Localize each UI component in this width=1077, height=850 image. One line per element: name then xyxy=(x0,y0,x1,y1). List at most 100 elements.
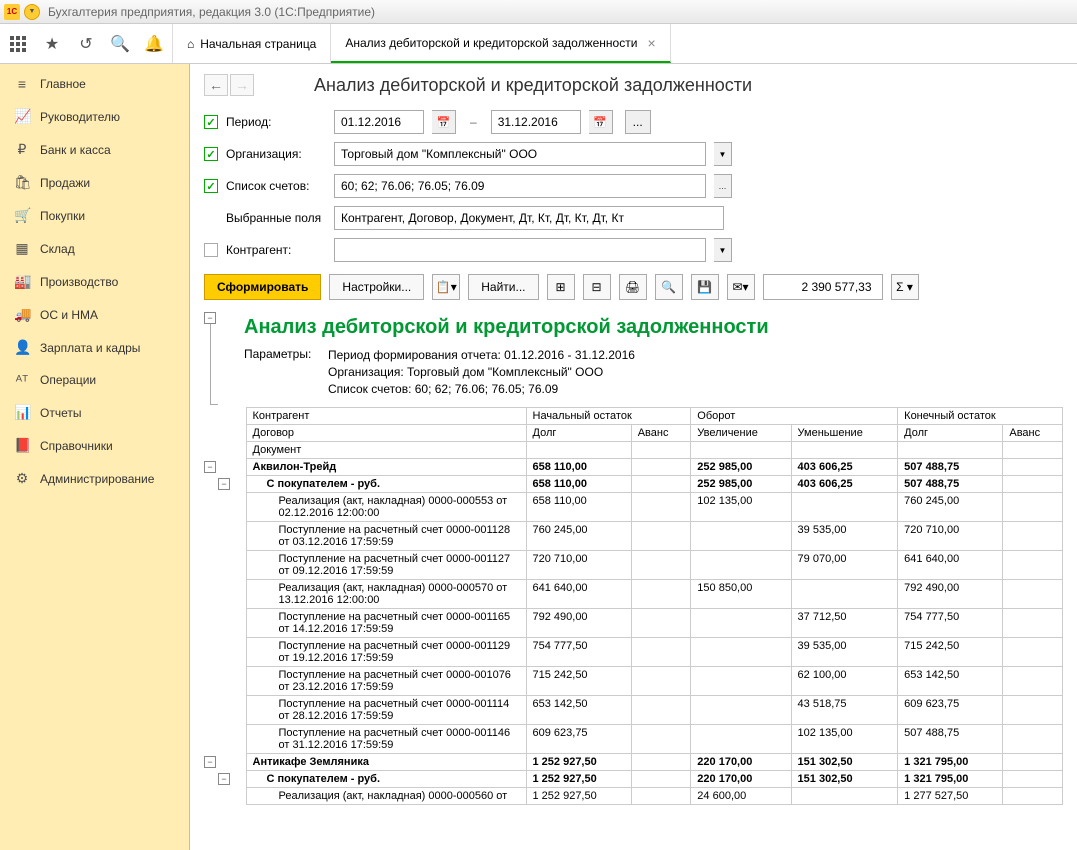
params-text: Период формирования отчета: 01.12.2016 -… xyxy=(328,347,635,397)
period-select-button[interactable]: ... xyxy=(625,110,651,134)
nav-icon: 📊 xyxy=(14,404,30,421)
nav-label: Операции xyxy=(40,373,96,387)
nav-icon: ᴬᵀ xyxy=(14,372,30,388)
settings-button[interactable]: Настройки... xyxy=(329,274,424,300)
table-row[interactable]: Реализация (акт, накладная) 0000-000553 … xyxy=(204,493,1063,522)
bell-icon[interactable]: 🔔 xyxy=(144,34,164,54)
forward-button[interactable]: → xyxy=(230,74,254,96)
table-row[interactable]: Реализация (акт, накладная) 0000-000560 … xyxy=(204,788,1063,805)
search-icon[interactable]: 🔍 xyxy=(110,34,130,54)
period-checkbox[interactable]: ✓ xyxy=(204,115,218,129)
find-button[interactable]: Найти... xyxy=(468,274,538,300)
collapse-toggle[interactable]: − xyxy=(218,478,230,490)
nav-label: Покупки xyxy=(40,209,85,223)
back-button[interactable]: ← xyxy=(204,74,228,96)
table-row[interactable]: Поступление на расчетный счет 0000-00116… xyxy=(204,609,1063,638)
top-toolbar: ★ ↺ 🔍 🔔 ⌂ Начальная страница Анализ деби… xyxy=(0,24,1077,64)
nav-label: ОС и НМА xyxy=(40,308,98,322)
table-row[interactable]: −Антикафе Земляника1 252 927,50220 170,0… xyxy=(204,754,1063,771)
sidebar-item[interactable]: ▦ Склад xyxy=(0,232,189,265)
sidebar-item[interactable]: 👤Зарплата и кадры xyxy=(0,331,189,364)
accounts-input[interactable] xyxy=(334,174,706,198)
accounts-select-button[interactable]: … xyxy=(714,174,732,198)
sigma-button[interactable]: Σ ▾ xyxy=(891,274,919,300)
col-group-end: Конечный остаток xyxy=(898,408,1063,425)
nav-icon: ₽ xyxy=(14,141,30,158)
close-icon[interactable]: × xyxy=(647,35,655,51)
org-input[interactable] xyxy=(334,142,706,166)
dropdown-icon[interactable]: ▼ xyxy=(714,142,732,166)
sidebar-item[interactable]: ≡Главное xyxy=(0,68,189,100)
history-icon[interactable]: ↺ xyxy=(76,34,96,54)
form-button[interactable]: Сформировать xyxy=(204,274,321,300)
dropdown-icon[interactable]: ▼ xyxy=(714,238,732,262)
org-checkbox[interactable]: ✓ xyxy=(204,147,218,161)
email-button[interactable]: ✉▾ xyxy=(727,274,755,300)
nav-label: Банк и касса xyxy=(40,143,111,157)
collapse-toggle[interactable]: − xyxy=(218,773,230,785)
collapse-toggle[interactable]: − xyxy=(204,312,216,324)
table-row[interactable]: −С покупателем - руб.1 252 927,50220 170… xyxy=(204,771,1063,788)
table-row[interactable]: Поступление на расчетный счет 0000-00112… xyxy=(204,551,1063,580)
params-label: Параметры: xyxy=(244,347,314,397)
titlebar: 1C ▼ Бухгалтерия предприятия, редакция 3… xyxy=(0,0,1077,24)
nav-icon: 🚚 xyxy=(14,306,30,323)
nav-icon: 📈 xyxy=(14,108,30,125)
table-row[interactable]: Поступление на расчетный счет 0000-00107… xyxy=(204,667,1063,696)
nav-label: Продажи xyxy=(40,176,90,190)
org-label: Организация: xyxy=(226,147,326,161)
nav-label: Производство xyxy=(40,275,118,289)
nav-icon: ▦ xyxy=(14,240,30,257)
report-table: Контрагент Начальный остаток Оборот Коне… xyxy=(204,407,1063,805)
nav-label: Склад xyxy=(40,242,75,256)
date-to-input[interactable] xyxy=(491,110,581,134)
table-row[interactable]: Реализация (акт, накладная) 0000-000570 … xyxy=(204,580,1063,609)
nav-label: Администрирование xyxy=(40,472,154,486)
table-row[interactable]: Поступление на расчетный счет 0000-00114… xyxy=(204,725,1063,754)
save-button[interactable]: 💾 xyxy=(691,274,719,300)
sidebar-item[interactable]: ₽ Банк и касса xyxy=(0,133,189,166)
window-title: Бухгалтерия предприятия, редакция 3.0 (1… xyxy=(48,5,375,19)
table-row[interactable]: Поступление на расчетный счет 0000-00112… xyxy=(204,522,1063,551)
accounts-checkbox[interactable]: ✓ xyxy=(204,179,218,193)
nav-icon: ≡ xyxy=(14,76,30,92)
fields-label: Выбранные поля xyxy=(226,211,326,225)
calendar-icon[interactable]: 📅 xyxy=(589,110,613,134)
sidebar-item[interactable]: 📊Отчеты xyxy=(0,396,189,429)
calendar-icon[interactable]: 📅 xyxy=(432,110,456,134)
table-row[interactable]: Поступление на расчетный счет 0000-00112… xyxy=(204,638,1063,667)
logo-1c: 1C xyxy=(4,4,20,20)
copy-button[interactable]: 📋▾ xyxy=(432,274,460,300)
tab-report[interactable]: Анализ дебиторской и кредиторской задолж… xyxy=(331,24,670,63)
nav-icon: 🛍 xyxy=(14,174,30,191)
apps-icon[interactable] xyxy=(8,34,28,54)
sidebar-item[interactable]: 🛒Покупки xyxy=(0,199,189,232)
sidebar-item[interactable]: ᴬᵀ Операции xyxy=(0,364,189,396)
date-from-input[interactable] xyxy=(334,110,424,134)
collapse-toggle[interactable]: − xyxy=(204,756,216,768)
star-icon[interactable]: ★ xyxy=(42,34,62,54)
collapse-toggle[interactable]: − xyxy=(204,461,216,473)
tab-home[interactable]: ⌂ Начальная страница xyxy=(173,24,331,63)
sidebar-item[interactable]: ⚙Администрирование xyxy=(0,462,189,495)
contragent-input[interactable] xyxy=(334,238,706,262)
table-row[interactable]: −С покупателем - руб.658 110,00252 985,0… xyxy=(204,476,1063,493)
col-group-turnover: Оборот xyxy=(691,408,898,425)
table-row[interactable]: −Аквилон-Трейд658 110,00252 985,00403 60… xyxy=(204,459,1063,476)
preview-button[interactable]: 🔍 xyxy=(655,274,683,300)
sidebar-item[interactable]: 🏭Производство xyxy=(0,265,189,298)
collapse-button[interactable]: ⊟ xyxy=(583,274,611,300)
sidebar-item[interactable]: 🚚 ОС и НМА xyxy=(0,298,189,331)
sidebar-item[interactable]: 🛍 Продажи xyxy=(0,166,189,199)
col-contract: Договор xyxy=(246,425,526,442)
expand-button[interactable]: ⊞ xyxy=(547,274,575,300)
sidebar-item[interactable]: 📕Справочники xyxy=(0,429,189,462)
fields-input[interactable] xyxy=(334,206,724,230)
contragent-checkbox[interactable] xyxy=(204,243,218,257)
table-row[interactable]: Поступление на расчетный счет 0000-00111… xyxy=(204,696,1063,725)
tab-report-label: Анализ дебиторской и кредиторской задолж… xyxy=(345,36,637,50)
print-button[interactable]: 🖨 xyxy=(619,274,647,300)
app-menu-button[interactable]: ▼ xyxy=(24,4,40,20)
contragent-label: Контрагент: xyxy=(226,243,326,257)
sidebar-item[interactable]: 📈Руководителю xyxy=(0,100,189,133)
